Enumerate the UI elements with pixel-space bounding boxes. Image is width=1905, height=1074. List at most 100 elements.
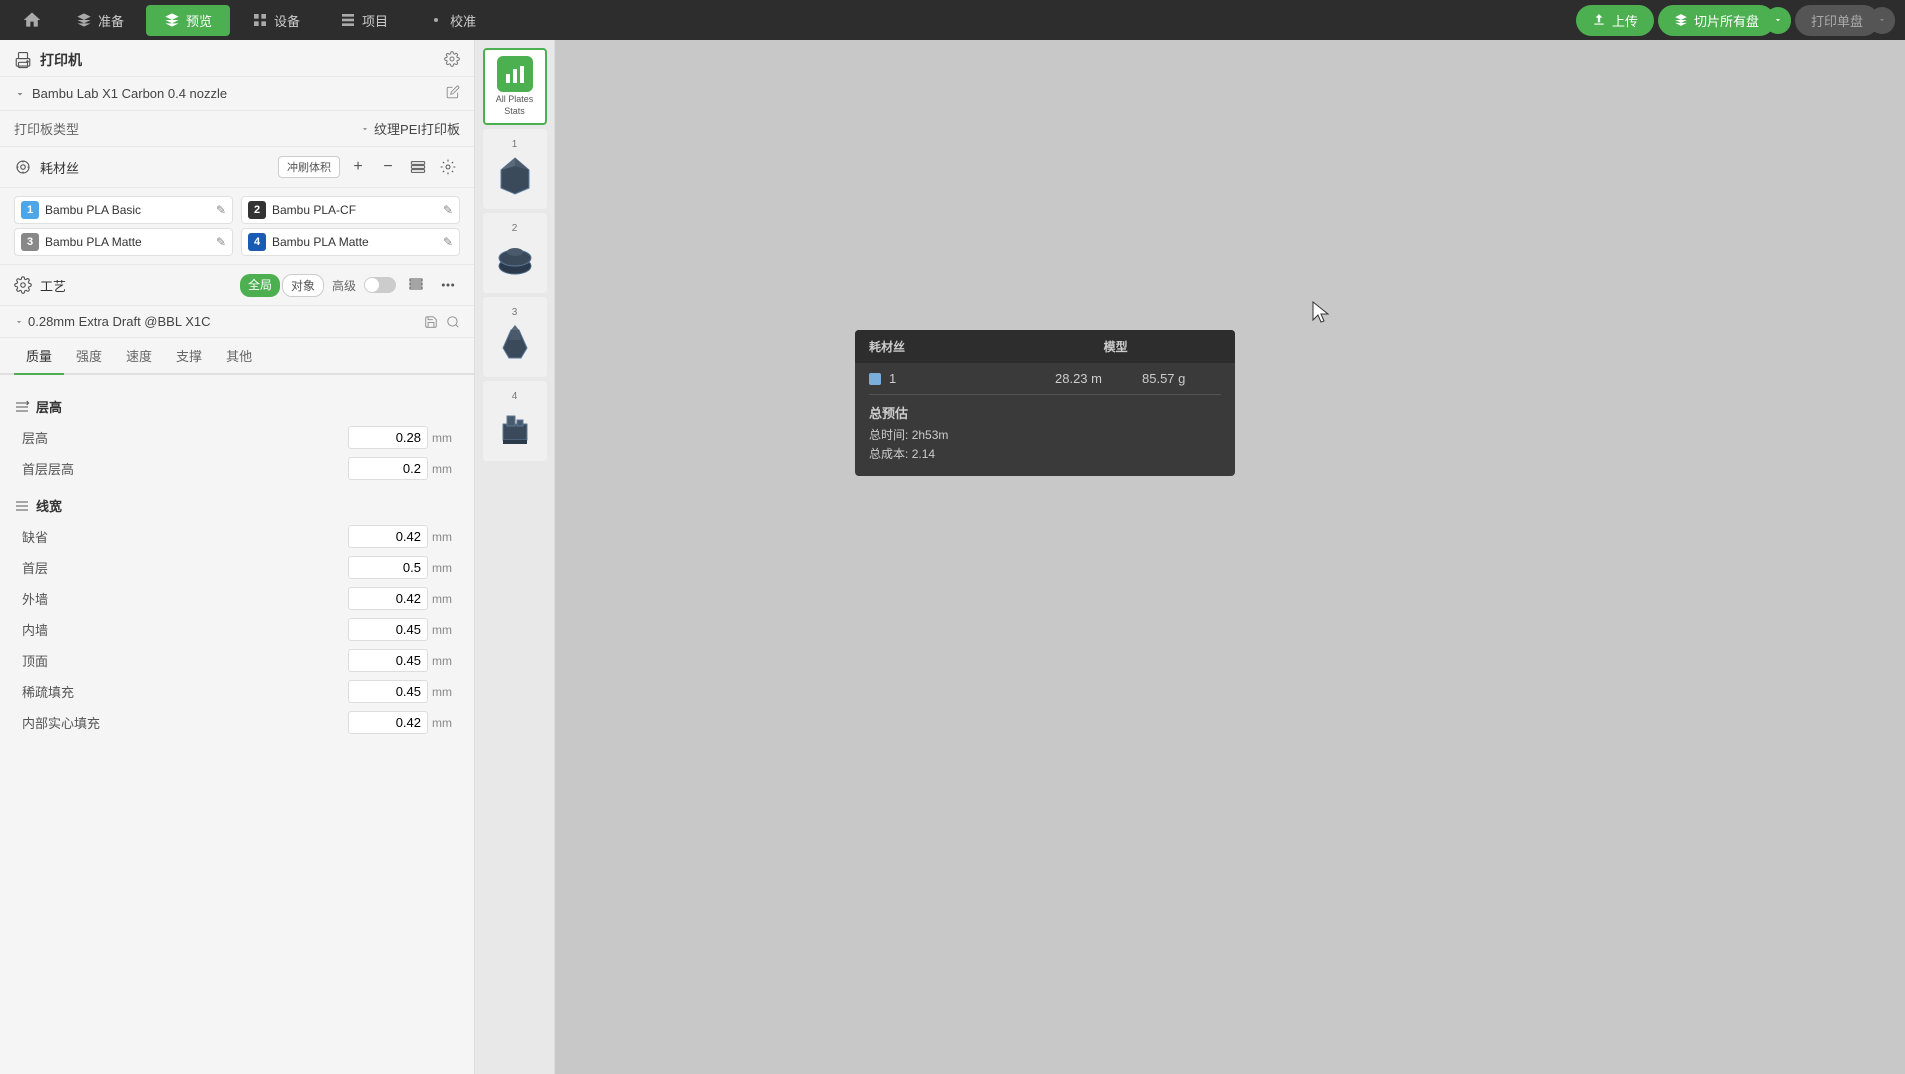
settings-row-inner-wall: 内墙 mm [14, 614, 460, 645]
left-panel: 打印机 Bambu Lab X1 Carbon 0.4 nozzle [0, 40, 475, 1074]
filament-edit-4[interactable]: ✎ [443, 235, 453, 249]
filament-item-2[interactable]: 2 Bambu PLA-CF ✎ [241, 196, 460, 224]
first-layer-width-label: 首层 [14, 558, 48, 577]
process-list-icon[interactable] [404, 273, 428, 297]
nav-device[interactable]: 设备 [234, 5, 318, 36]
process-more-icon[interactable] [436, 273, 460, 297]
nav-calibrate[interactable]: 校准 [410, 5, 494, 36]
filament-section-header: 耗材丝 冲刷体积 + − [0, 147, 474, 188]
stats-chart-icon [497, 56, 533, 92]
remove-filament-button[interactable]: − [376, 155, 400, 179]
tag-object[interactable]: 对象 [282, 274, 324, 297]
layer-height-unit: mm [432, 431, 460, 445]
profile-search-icon[interactable] [446, 315, 460, 329]
plates-panel: All Plates Stats 1 2 [475, 40, 555, 1074]
plate-thumb-4[interactable]: 4 [483, 381, 547, 461]
stats-total-cost-label: 总成本: [869, 447, 908, 461]
first-layer-height-label: 首层层高 [14, 459, 74, 478]
slice-dropdown-button[interactable] [1765, 7, 1791, 34]
all-plates-stats-label: All Plates Stats [496, 94, 534, 117]
add-filament-button[interactable]: + [346, 155, 370, 179]
inner-wall-input[interactable] [348, 618, 428, 641]
inner-solid-unit: mm [432, 716, 460, 730]
printer-section-label: 打印机 [40, 50, 82, 70]
tag-global[interactable]: 全局 [240, 274, 280, 297]
filament-settings-icon[interactable] [436, 155, 460, 179]
nav-preview[interactable]: 预览 [146, 5, 230, 36]
tab-strength[interactable]: 强度 [64, 338, 114, 375]
tab-support[interactable]: 支撑 [164, 338, 214, 375]
sparse-infill-input[interactable] [348, 680, 428, 703]
process-profile-row[interactable]: 0.28mm Extra Draft @BBL X1C [0, 306, 474, 338]
settings-row-layer-height: 层高 mm [14, 422, 460, 453]
filament-name-4: Bambu PLA Matte [272, 235, 437, 249]
flush-volume-button[interactable]: 冲刷体积 [278, 156, 340, 178]
tab-speed[interactable]: 速度 [114, 338, 164, 375]
process-tag-group: 全局 对象 [240, 274, 324, 297]
plate-thumb-2-label: 2 [512, 223, 518, 234]
inner-solid-input[interactable] [348, 711, 428, 734]
nav-home-button[interactable] [10, 4, 54, 36]
advanced-toggle[interactable] [364, 277, 396, 293]
first-layer-height-input[interactable] [348, 457, 428, 480]
advanced-label: 高级 [332, 277, 356, 294]
stats-popup-body: 1 28.23 m 85.57 g 总预估 总时间: 2h53m 总成本: 2.… [855, 363, 1235, 476]
line-width-icon [14, 498, 30, 514]
sparse-infill-label: 稀疏填充 [14, 682, 74, 701]
plate-thumb-1[interactable]: 1 [483, 129, 547, 209]
filament-num-1: 1 [21, 201, 39, 219]
top-surface-input[interactable] [348, 649, 428, 672]
stats-popup-header: 耗材丝 模型 [855, 330, 1235, 363]
profile-expand-icon [14, 317, 24, 327]
default-width-input[interactable] [348, 525, 428, 548]
printer-icon [14, 51, 32, 69]
stats-total-time-label: 总时间: [869, 428, 908, 442]
nav-project[interactable]: 项目 [322, 5, 406, 36]
filament-item-1[interactable]: 1 Bambu PLA Basic ✎ [14, 196, 233, 224]
nav-prepare[interactable]: 准备 [58, 5, 142, 36]
filament-item-3[interactable]: 3 Bambu PLA Matte ✎ [14, 228, 233, 256]
process-section-label: 工艺 [40, 276, 66, 295]
inner-solid-label: 内部实心填充 [14, 713, 100, 732]
nav-project-label: 项目 [362, 11, 388, 30]
plate-thumb-3[interactable]: 3 [483, 297, 547, 377]
printer-type-value-group[interactable]: 纹理PEI打印板 [360, 119, 460, 138]
filament-edit-2[interactable]: ✎ [443, 203, 453, 217]
top-surface-label: 顶面 [14, 651, 48, 670]
tab-other[interactable]: 其他 [214, 338, 264, 375]
filament-edit-1[interactable]: ✎ [216, 203, 226, 217]
filament-num-4: 4 [248, 233, 266, 251]
stats-total-label: 总预估 [869, 403, 1221, 422]
plate-thumb-3-label: 3 [512, 307, 518, 318]
bar-chart-icon [503, 62, 527, 86]
plate-thumb-4-label: 4 [512, 391, 518, 402]
layer-height-input[interactable] [348, 426, 428, 449]
main-layout: 打印机 Bambu Lab X1 Carbon 0.4 nozzle [0, 40, 1905, 1074]
upload-button[interactable]: 上传 [1576, 5, 1654, 36]
layer-height-label: 层高 [14, 428, 48, 447]
top-surface-unit: mm [432, 654, 460, 668]
filament-multi-icon[interactable] [406, 155, 430, 179]
all-plates-stats-thumb[interactable]: All Plates Stats [483, 48, 547, 125]
profile-save-icon[interactable] [424, 315, 438, 329]
toggle-knob [365, 278, 379, 292]
slice-all-button[interactable]: 切片所有盘 [1658, 5, 1775, 36]
line-width-group-label: 线宽 [36, 496, 62, 515]
top-nav: 准备 预览 设备 项目 校准 上传 切片所有盘 打印单盘 [0, 0, 1905, 40]
filament-edit-3[interactable]: ✎ [216, 235, 226, 249]
first-layer-width-input[interactable] [348, 556, 428, 579]
plate-thumb-2[interactable]: 2 [483, 213, 547, 293]
plate-1-model-icon [489, 150, 541, 202]
printer-type-row: 打印板类型 纹理PEI打印板 [0, 111, 474, 147]
nav-preview-label: 预览 [186, 11, 212, 30]
filament-item-4[interactable]: 4 Bambu PLA Matte ✎ [241, 228, 460, 256]
filament-icon [14, 158, 32, 176]
printer-edit-icon[interactable] [446, 85, 460, 102]
stats-total-time-row: 总时间: 2h53m [869, 426, 1221, 443]
tab-quality[interactable]: 质量 [14, 338, 64, 375]
cursor-icon [1310, 300, 1330, 324]
stats-popup: 耗材丝 模型 1 28.23 m 85.57 g 总预估 总时间: 2h53m [855, 330, 1235, 476]
nav-prepare-label: 准备 [98, 11, 124, 30]
outer-wall-input[interactable] [348, 587, 428, 610]
printer-settings-icon[interactable] [444, 51, 460, 70]
